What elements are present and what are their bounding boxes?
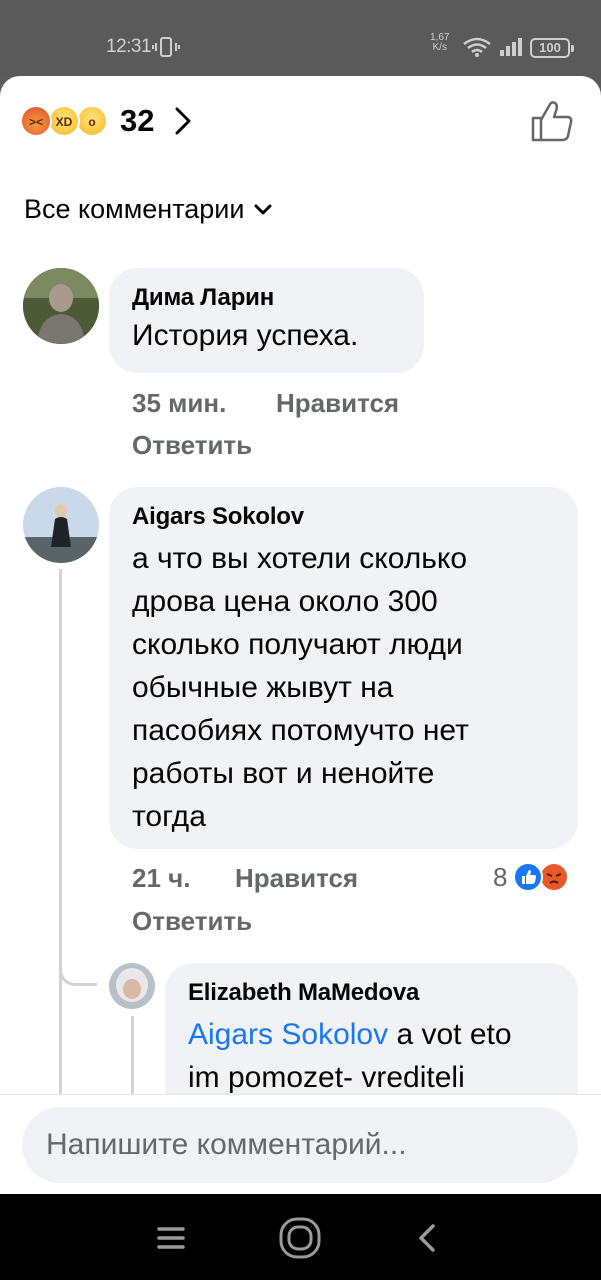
filter-label: Все комментарии <box>24 194 245 224</box>
comment-text-line: тогда <box>132 800 206 833</box>
comments-filter[interactable]: Все комментарии <box>24 194 272 225</box>
reactions-summary[interactable]: >< XD o 32 <box>20 100 194 142</box>
like-link[interactable]: Нравится <box>235 863 358 894</box>
comment-text-line: im pomozet- vrediteli <box>188 1061 465 1094</box>
angry-emoji-icon: >< <box>20 105 52 137</box>
thread-line <box>131 1016 134 1096</box>
comment-text-line: дрова цена около 300 <box>132 585 438 618</box>
battery-icon: 100 <box>530 38 574 58</box>
comment-reaction-count: 8 <box>493 861 508 892</box>
comments-sheet: >< XD o 32 Все комментарии Дима Ларин Ис… <box>0 76 601 1194</box>
thread-line <box>59 569 62 1094</box>
chevron-right-icon <box>175 107 191 135</box>
comment-text: История успеха. <box>132 319 359 352</box>
back-icon[interactable] <box>404 1214 452 1262</box>
angry-reaction-icon <box>539 862 570 892</box>
comment-time: 21 ч. <box>132 863 191 893</box>
wifi-icon <box>463 37 491 57</box>
chevron-down-icon <box>254 204 272 214</box>
reaction-count: 32 <box>120 103 155 138</box>
comment-composer <box>0 1094 601 1194</box>
comment-input[interactable] <box>22 1107 578 1183</box>
wow-emoji-icon: o <box>76 105 108 137</box>
comment-text-line: сколько получают люди <box>132 628 463 661</box>
avatar[interactable] <box>109 963 155 1009</box>
home-icon[interactable] <box>276 1214 324 1262</box>
comment-bubble[interactable]: Дима Ларин История успеха. <box>109 268 424 373</box>
system-nav-bar <box>0 1194 601 1280</box>
comment-text-line: а что вы хотели сколько <box>132 542 468 575</box>
comment-text: Aigars Sokolov a vot eto <box>188 1013 512 1056</box>
net-speed: 1,67 K/s <box>430 32 450 53</box>
status-time: 12:31 <box>106 36 152 57</box>
vibrate-icon <box>152 37 180 57</box>
comment-author[interactable]: Дима Ларин <box>132 284 274 312</box>
comment-author[interactable]: Elizabeth MaMedova <box>188 979 419 1007</box>
comment-text-line: пасобиях потомучто нет <box>132 714 469 747</box>
comment-text-line: обычные жывут на <box>132 671 394 704</box>
menu-icon[interactable] <box>147 1214 195 1262</box>
reply-link[interactable]: Ответить <box>132 906 252 937</box>
haha-emoji-icon: XD <box>48 105 80 137</box>
like-thumb-icon[interactable] <box>529 98 575 144</box>
reply-link[interactable]: Ответить <box>132 430 252 461</box>
like-link[interactable]: Нравится <box>276 388 399 419</box>
comment-text-line: работы вот и ненойте <box>132 757 435 790</box>
avatar[interactable] <box>23 487 99 563</box>
comment-bubble[interactable]: Aigars Sokolov а что вы хотели сколько д… <box>109 487 578 849</box>
status-bar: 12:31 1,67 K/s 100 <box>0 0 601 76</box>
reply-connector <box>59 936 97 986</box>
avatar[interactable] <box>23 268 99 344</box>
comment-author[interactable]: Aigars Sokolov <box>132 503 304 531</box>
reply-text-rest: a vot eto <box>388 1018 512 1051</box>
comment-reactions[interactable]: 8 <box>493 860 570 894</box>
mention-link[interactable]: Aigars Sokolov <box>188 1018 388 1051</box>
signal-icon <box>500 38 522 56</box>
comment-text: а что вы хотели сколько дрова цена около… <box>132 537 469 838</box>
like-reaction-icon <box>513 862 544 892</box>
comment-time: 35 мин. <box>132 388 227 418</box>
